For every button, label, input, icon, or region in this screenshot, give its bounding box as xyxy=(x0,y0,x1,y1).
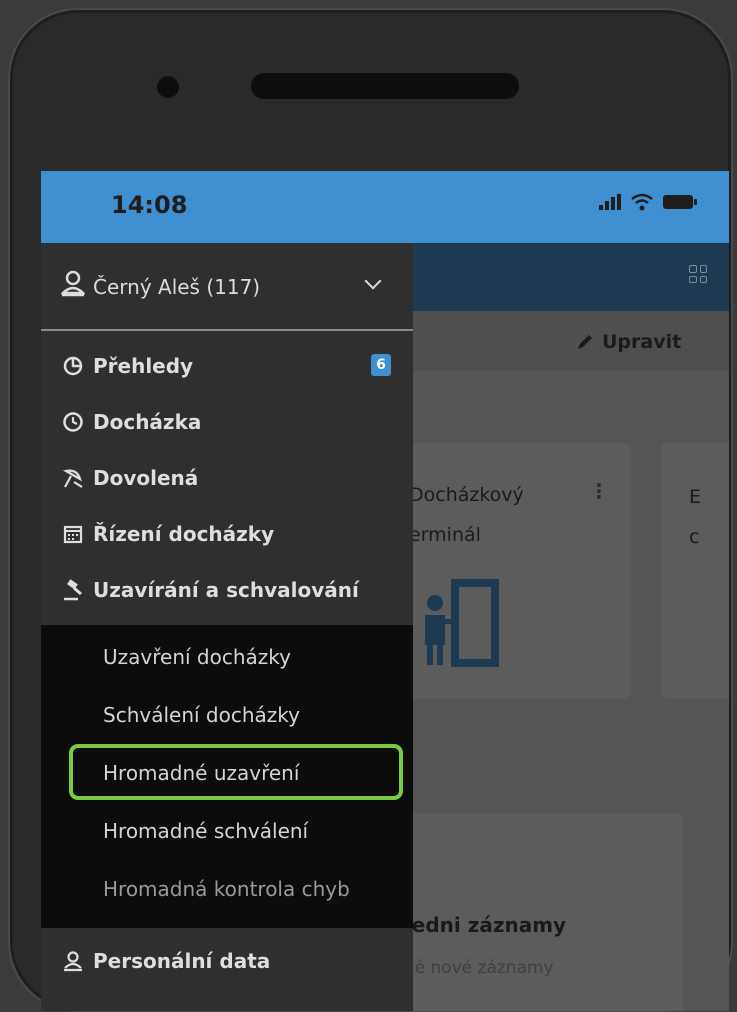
submenu-item-hromadna-kontrola-chyb[interactable]: Hromadná kontrola chyb xyxy=(41,860,413,918)
phone-screen: 14:08 Upravit Docházkový erminál ⋮ E c s… xyxy=(41,171,729,1011)
status-icons xyxy=(599,193,697,211)
recent-records-card: sledni záznamy dné nové záznamy xyxy=(393,813,683,1011)
menu-item-dochazka[interactable]: Docházka xyxy=(41,394,413,450)
submenu: Uzavření docházky Schválení docházky Hro… xyxy=(41,625,413,928)
menu-label: Dovolená xyxy=(93,466,199,490)
user-icon xyxy=(61,270,85,297)
attendance-terminal-card[interactable]: Docházkový erminál ⋮ xyxy=(401,443,631,698)
status-time: 14:08 xyxy=(111,191,188,219)
second-card[interactable]: Ec xyxy=(661,443,729,698)
edit-label: Upravit xyxy=(602,331,682,353)
signal-icon xyxy=(599,194,621,210)
gavel-icon xyxy=(61,578,85,602)
menu-label: Uzavírání a schvalování xyxy=(93,578,359,602)
menu-label: Personální data xyxy=(93,949,271,973)
menu-item-personalni-data[interactable]: Personální data xyxy=(41,933,413,989)
user-selector[interactable]: Černý Aleš (117) xyxy=(41,243,413,329)
wifi-icon xyxy=(631,193,653,211)
recent-records-subtitle: dné nové záznamy xyxy=(393,958,554,978)
grid-icon[interactable] xyxy=(689,265,707,283)
camera-dot xyxy=(157,76,179,98)
speaker-slot xyxy=(251,73,519,99)
clock-icon xyxy=(61,410,85,434)
submenu-item-schvaleni-dochazky[interactable]: Schválení docházky xyxy=(41,686,413,744)
menu-label: Řízení docházky xyxy=(93,522,275,546)
terminal-icon xyxy=(425,579,499,667)
menu-label: Přehledy xyxy=(93,354,194,378)
submenu-item-uzavreni-dochazky[interactable]: Uzavření docházky xyxy=(41,628,413,686)
chevron-down-icon[interactable] xyxy=(364,272,382,290)
divider xyxy=(41,329,413,331)
menu-item-prehledy[interactable]: Přehledy 6 xyxy=(41,338,413,394)
count-badge: 6 xyxy=(371,354,391,376)
beach-umbrella-icon xyxy=(61,466,85,490)
menu-item-dovolena[interactable]: Dovolená xyxy=(41,450,413,506)
user-name: Černý Aleš (117) xyxy=(93,275,261,299)
battery-icon xyxy=(663,195,697,209)
status-bar: 14:08 xyxy=(41,171,729,243)
person-icon xyxy=(61,949,85,973)
recent-records-title: sledni záznamy xyxy=(393,913,567,937)
menu-label: Docházka xyxy=(93,410,202,434)
highlight-box xyxy=(69,744,403,800)
phone-frame: 14:08 Upravit Docházkový erminál ⋮ E c s… xyxy=(8,8,733,1012)
menu-item-uzavirani-schvalovani[interactable]: Uzavírání a schvalování xyxy=(41,562,413,618)
calendar-icon xyxy=(61,522,85,546)
pie-chart-icon xyxy=(61,354,85,378)
edit-button[interactable]: Upravit xyxy=(576,331,681,353)
pencil-icon xyxy=(578,335,592,349)
card-title: Docházkový erminál xyxy=(409,484,524,546)
menu-item-rizeni-dochazky[interactable]: Řízení docházky xyxy=(41,506,413,562)
edit-row: Upravit xyxy=(413,311,729,371)
card-menu-icon[interactable]: ⋮ xyxy=(589,479,609,503)
submenu-item-hromadne-schvaleni[interactable]: Hromadné schválení xyxy=(41,802,413,860)
card2-text: Ec xyxy=(689,486,702,548)
navigation-drawer: Černý Aleš (117) Přehledy 6 Docházka Dov… xyxy=(41,243,413,1011)
